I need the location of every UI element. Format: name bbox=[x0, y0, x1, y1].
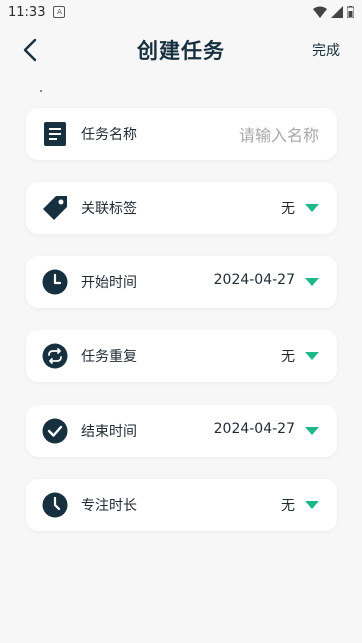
tag-value: 无 bbox=[281, 201, 295, 217]
task-name-card[interactable]: 任务名称 bbox=[26, 108, 337, 160]
repeat-icon bbox=[42, 343, 68, 369]
check-circle-icon bbox=[42, 418, 68, 444]
caret-down-icon[interactable] bbox=[305, 278, 319, 286]
task-name-input[interactable] bbox=[167, 121, 321, 149]
clock-icon bbox=[42, 269, 68, 295]
wifi-icon bbox=[313, 6, 327, 18]
header: 创建任务 完成 bbox=[0, 28, 362, 72]
status-bar: 11:33 A bbox=[0, 0, 362, 24]
notification-icon: A bbox=[53, 6, 66, 18]
start-time-value: 2024-04-27 bbox=[213, 272, 295, 288]
decorative-dot bbox=[40, 90, 42, 92]
focus-duration-card[interactable]: 专注时长 无 bbox=[26, 479, 337, 531]
repeat-card[interactable]: 任务重复 无 bbox=[26, 330, 337, 382]
tag-card[interactable]: 关联标签 无 bbox=[26, 182, 337, 234]
caret-down-icon[interactable] bbox=[305, 427, 319, 435]
task-name-label: 任务名称 bbox=[81, 127, 137, 143]
status-right bbox=[313, 6, 354, 18]
repeat-value: 无 bbox=[281, 349, 295, 365]
caret-down-icon[interactable] bbox=[305, 501, 319, 509]
end-time-card[interactable]: 结束时间 2024-04-27 bbox=[26, 405, 337, 457]
caret-down-icon[interactable] bbox=[305, 352, 319, 360]
battery-icon bbox=[347, 6, 354, 18]
repeat-label: 任务重复 bbox=[81, 349, 137, 365]
document-icon bbox=[42, 121, 68, 147]
page-title: 创建任务 bbox=[137, 39, 225, 63]
focus-duration-label: 专注时长 bbox=[81, 498, 137, 514]
start-time-label: 开始时间 bbox=[81, 275, 137, 291]
focus-duration-value: 无 bbox=[281, 498, 295, 514]
caret-down-icon[interactable] bbox=[305, 204, 319, 212]
timer-icon bbox=[42, 492, 68, 518]
status-left: 11:33 A bbox=[8, 4, 66, 20]
start-time-card[interactable]: 开始时间 2024-04-27 bbox=[26, 256, 337, 308]
done-button[interactable]: 完成 bbox=[312, 40, 340, 60]
tag-icon bbox=[42, 195, 68, 221]
end-time-value: 2024-04-27 bbox=[213, 421, 295, 437]
end-time-label: 结束时间 bbox=[81, 424, 137, 440]
tag-label: 关联标签 bbox=[81, 201, 137, 217]
status-time: 11:33 bbox=[8, 4, 46, 20]
signal-icon bbox=[331, 6, 343, 18]
